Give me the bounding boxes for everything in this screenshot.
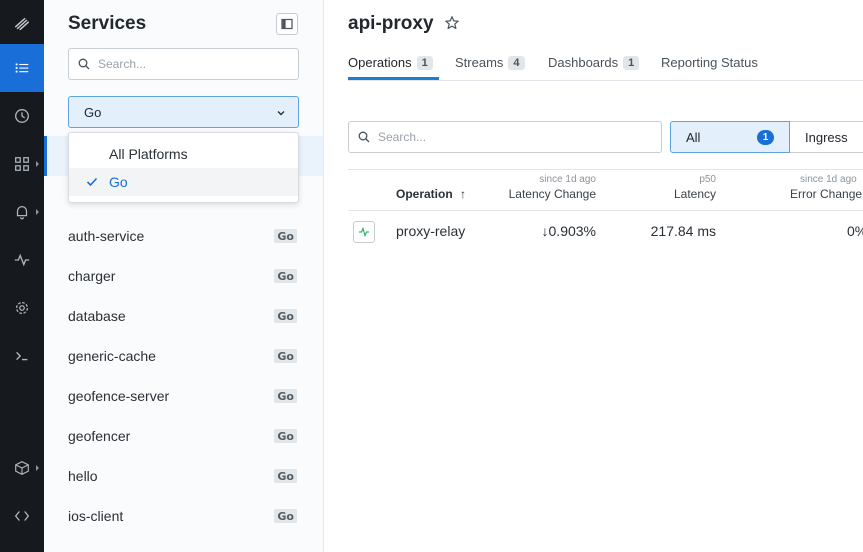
- collapse-panel-button[interactable]: [276, 13, 298, 35]
- service-name: charger: [68, 268, 116, 284]
- panel-title: Services: [68, 13, 147, 34]
- platform-badge: Go: [274, 389, 297, 403]
- filter-count-badge: 1: [757, 130, 774, 145]
- latency-value: 217.84 ms: [650, 223, 716, 239]
- error-change-value: 0%: [847, 223, 863, 239]
- column-latency[interactable]: Latency: [674, 187, 716, 201]
- search-icon: [78, 58, 90, 70]
- service-name: auth-service: [68, 228, 145, 244]
- main-content: api-proxy Operations 1 Streams 4 Dashboa…: [324, 0, 863, 552]
- platform-select-value: Go: [84, 104, 102, 120]
- operation-search-input[interactable]: [378, 130, 648, 144]
- operations-table-header: Operation ↑ since 1d ago Latency Change …: [348, 169, 863, 211]
- operation-search-box[interactable]: [348, 121, 662, 153]
- dropdown-option-go[interactable]: Go: [69, 168, 298, 196]
- platform-dropdown-menu: All Platforms Go: [68, 132, 299, 203]
- latency-change-value: ↓0.903%: [541, 223, 596, 239]
- service-title: api-proxy: [348, 13, 434, 34]
- column-latency-change[interactable]: Latency Change: [509, 187, 596, 201]
- service-name: geofence-server: [68, 388, 170, 404]
- dropdown-option-all-platforms[interactable]: All Platforms: [69, 140, 298, 168]
- tab-label: Streams: [455, 55, 504, 70]
- code-icon[interactable]: [0, 492, 44, 540]
- tab-dashboards[interactable]: Dashboards 1: [548, 55, 640, 70]
- service-item[interactable]: charger Go: [44, 256, 323, 296]
- filter-label: All: [686, 129, 701, 145]
- cube-icon[interactable]: [0, 444, 44, 492]
- platform-badge: Go: [274, 509, 297, 523]
- column-sublabel: since 1d ago: [539, 174, 596, 185]
- platform-badge: Go: [274, 229, 297, 243]
- tab-count: 4: [508, 55, 525, 70]
- service-name: hello: [68, 468, 98, 484]
- operation-name: proxy-relay: [396, 223, 466, 239]
- platform-badge: Go: [274, 269, 297, 283]
- column-label: Operation: [396, 187, 453, 201]
- gear-icon[interactable]: [0, 284, 44, 332]
- table-row[interactable]: proxy-relay ↓0.903% 217.84 ms 0%: [348, 211, 863, 251]
- service-item[interactable]: auth-service Go: [44, 216, 323, 256]
- tab-count: 1: [623, 55, 640, 70]
- sort-arrow-icon: ↑: [460, 187, 467, 201]
- search-icon: [358, 131, 370, 143]
- tab-streams[interactable]: Streams 4: [455, 55, 525, 70]
- service-item[interactable]: ios-client Go: [44, 496, 323, 536]
- list-icon[interactable]: [0, 44, 44, 92]
- selected-row-indicator: [44, 136, 47, 176]
- service-name: database: [68, 308, 126, 324]
- left-nav-rail: [0, 0, 44, 552]
- operation-chart-icon: [353, 221, 375, 243]
- service-item[interactable]: hello Go: [44, 456, 323, 496]
- service-list: auth-service Go charger Go database Go gene…: [44, 216, 323, 536]
- platform-select[interactable]: Go: [68, 96, 299, 128]
- terminal-icon[interactable]: [0, 332, 44, 380]
- service-item[interactable]: generic-cache Go: [44, 336, 323, 376]
- tab-count: 1: [416, 55, 433, 70]
- tab-label: Operations: [348, 55, 412, 70]
- logo-icon[interactable]: [0, 0, 44, 48]
- clock-icon[interactable]: [0, 92, 44, 140]
- service-item[interactable]: geofencer Go: [44, 416, 323, 456]
- active-tab-indicator: [348, 77, 439, 80]
- service-name: geofencer: [68, 428, 131, 444]
- tab-operations[interactable]: Operations 1: [348, 55, 433, 70]
- column-sublabel: since 1d ago: [800, 174, 857, 185]
- platform-badge: Go: [274, 429, 297, 443]
- filter-all-button[interactable]: All 1: [670, 121, 790, 153]
- activity-icon[interactable]: [0, 236, 44, 284]
- services-panel: Services Go All Platforms Go auth-servic…: [44, 0, 324, 552]
- star-icon[interactable]: [444, 15, 460, 31]
- filter-ingress-button[interactable]: Ingress: [790, 121, 863, 153]
- tab-label: Dashboards: [548, 55, 619, 70]
- bell-icon[interactable]: [0, 188, 44, 236]
- service-tabs: Operations 1 Streams 4 Dashboards 1 Repo…: [348, 48, 863, 81]
- dropdown-option-label: All Platforms: [109, 146, 188, 162]
- service-item[interactable]: database Go: [44, 296, 323, 336]
- service-name: ios-client: [68, 508, 124, 524]
- grid-icon[interactable]: [0, 140, 44, 188]
- service-item[interactable]: geofence-server Go: [44, 376, 323, 416]
- service-name: generic-cache: [68, 348, 156, 364]
- platform-badge: Go: [274, 349, 297, 363]
- column-operation[interactable]: Operation ↑: [396, 187, 466, 201]
- sidebar-toggle-icon: [281, 18, 293, 30]
- tab-reporting-status[interactable]: Reporting Status: [661, 55, 758, 70]
- checkmark-icon: [86, 177, 98, 187]
- chevron-down-icon: [277, 111, 285, 116]
- platform-badge: Go: [274, 309, 297, 323]
- tab-label: Reporting Status: [661, 55, 758, 70]
- filter-label: Ingress: [805, 129, 848, 145]
- platform-badge: Go: [274, 469, 297, 483]
- column-error-change[interactable]: Error Change: [790, 187, 862, 201]
- service-search-box[interactable]: [68, 48, 299, 80]
- column-sublabel: p50: [699, 174, 716, 185]
- service-search-input[interactable]: [98, 57, 288, 71]
- dropdown-option-label: Go: [109, 174, 128, 190]
